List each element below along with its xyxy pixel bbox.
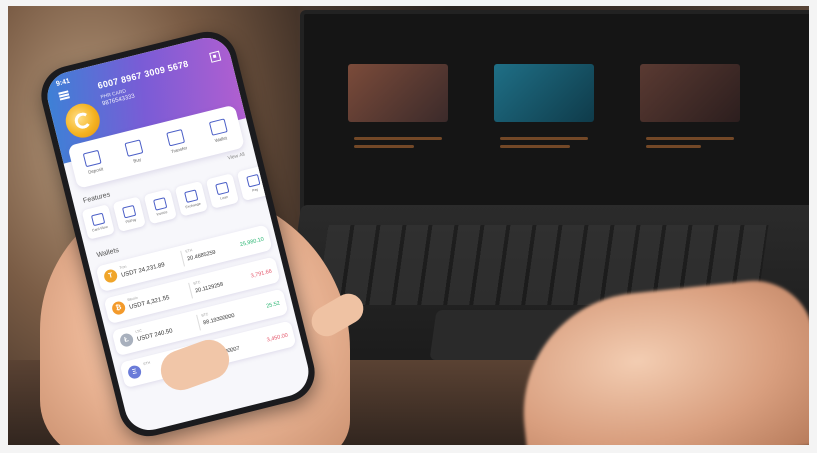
- wallet-divider: [196, 314, 201, 331]
- wallet-divider: [180, 250, 186, 267]
- status-time: 9:41: [55, 77, 71, 88]
- wallet-icon: [208, 118, 228, 136]
- wallet-change: 25,980.10: [239, 236, 265, 249]
- view-all-link[interactable]: View All: [227, 152, 245, 162]
- wallet-divider: [188, 282, 193, 299]
- coin-icon: Ξ: [126, 364, 143, 380]
- brand-logo-icon: [62, 100, 104, 142]
- wallet-unit: BTC: [200, 312, 209, 318]
- exchange-icon: [183, 189, 198, 203]
- laptop-tile-image: [494, 64, 594, 122]
- wallet-change: 3,791.66: [250, 268, 273, 280]
- coin-icon: Ł: [118, 332, 135, 348]
- action-buy-button[interactable]: Buy: [124, 139, 146, 164]
- wallet-change: 3,450.00: [266, 332, 289, 344]
- laptop-caption: [348, 132, 448, 162]
- feature-pay[interactable]: Pay: [236, 165, 271, 202]
- photo-scene: 9:41 6007 8967 3009 5678 PHR CARD 987654…: [0, 0, 817, 453]
- buy-icon: [124, 139, 144, 157]
- laptop-tile-image: [640, 64, 740, 122]
- action-transfer-button[interactable]: Transfer: [166, 128, 188, 154]
- feature-loan[interactable]: Loan: [205, 173, 240, 209]
- wallet-coin-name: Tron: [119, 264, 127, 271]
- feature-invoice[interactable]: Invoice: [143, 188, 178, 225]
- wallet-unit: BTC: [193, 280, 201, 286]
- wallet-amount: USDT 24,231.89: [120, 262, 166, 279]
- qr-code-icon[interactable]: [209, 50, 222, 63]
- action-deposit-button[interactable]: Deposit: [83, 149, 104, 175]
- laptop-screen: [300, 10, 817, 218]
- feature-exchange[interactable]: Exchange: [174, 180, 209, 217]
- deposit-icon: [83, 149, 103, 168]
- card-icon: [90, 212, 105, 226]
- coin-icon: T: [102, 268, 119, 284]
- laptop-tile-image: [348, 64, 448, 122]
- wallet-unit: ETH: [185, 248, 193, 254]
- wallet-amount: USDT 240.50: [136, 328, 174, 343]
- wallet-coin-name: ETH: [142, 360, 151, 367]
- pay-icon: [121, 204, 136, 219]
- wallet-coin-name: Bitcoin: [127, 295, 139, 303]
- invoice-icon: [152, 196, 167, 211]
- wallet-coin-name: LTC: [135, 328, 143, 335]
- transfer-icon: [166, 128, 186, 147]
- laptop-caption: [640, 132, 740, 162]
- loan-icon: [214, 181, 229, 195]
- wallets-title: Wallets: [96, 246, 120, 260]
- feature-phipay[interactable]: PhiPay: [112, 196, 146, 233]
- coin-icon: ₿: [110, 300, 127, 316]
- action-wallet-button[interactable]: Wallet: [208, 118, 229, 143]
- card-number: 6007 8967 3009 5678: [96, 58, 190, 91]
- payment-icon: [245, 173, 260, 188]
- features-title: Features: [82, 191, 111, 205]
- feature-card-flow[interactable]: Card Flow: [81, 204, 115, 240]
- laptop-caption: [494, 132, 594, 162]
- wallet-change: 25.52: [265, 300, 281, 310]
- hamburger-menu-icon[interactable]: [58, 90, 70, 101]
